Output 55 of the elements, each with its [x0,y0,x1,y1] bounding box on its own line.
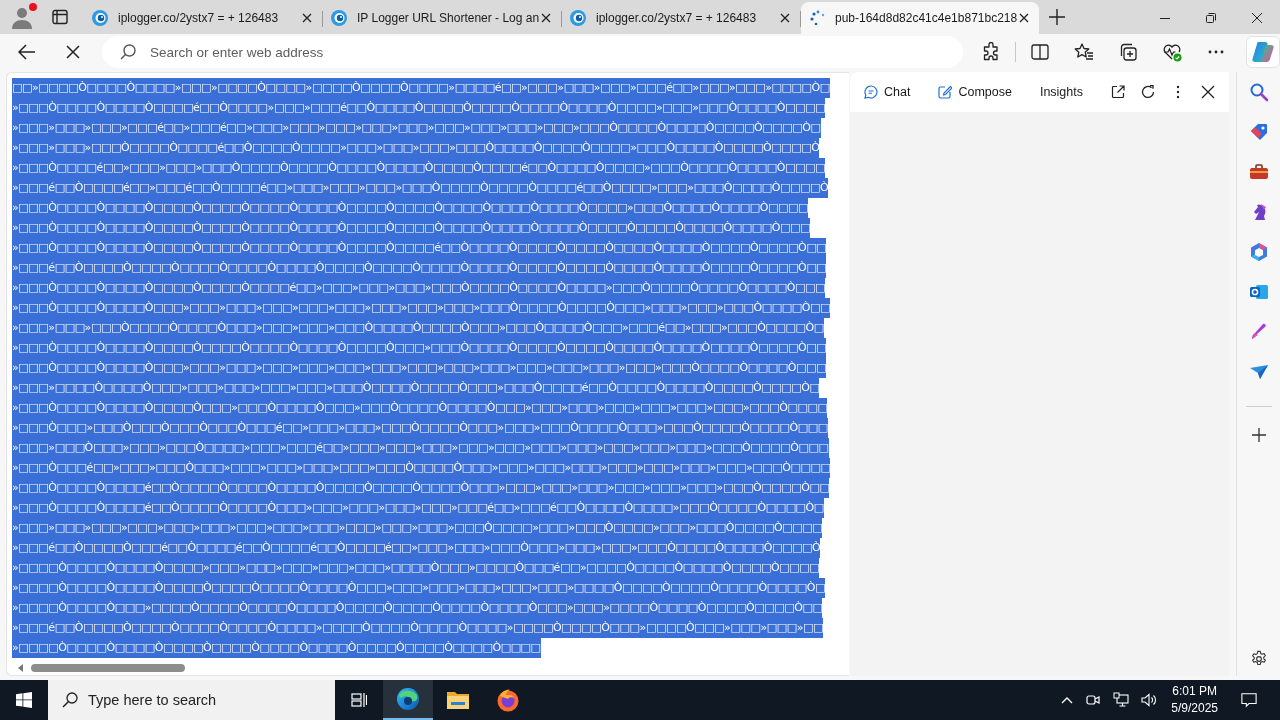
chevron-up-icon[interactable] [1061,696,1074,704]
tab-actions-icon[interactable] [52,9,68,25]
puzzle-piece-icon[interactable] [981,42,1001,62]
copilot-tab[interactable]: Compose [938,85,1012,99]
search-icon [120,44,136,60]
task-view-icon[interactable] [351,692,367,708]
windows-logo-icon[interactable] [16,692,32,708]
network-monitor-icon[interactable] [1113,692,1130,708]
speaker-icon[interactable] [1141,692,1158,708]
plus-icon[interactable] [1250,427,1267,443]
restore-icon[interactable] [1206,13,1216,23]
clock[interactable]: 6:01 PM 5/9/2025 [1171,683,1218,717]
copilot-tab[interactable]: Insights [1039,85,1083,99]
browser-tab[interactable]: IP Logger URL Shortener - Log an [323,2,561,34]
copilot-button[interactable] [1246,36,1280,68]
browser-tab[interactable]: iplogger.co/2ystx7 = + 126483 [84,2,322,34]
browser-tab[interactable]: pub-164d8d82c41c4e1b871bc218 [801,2,1039,34]
collections-icon[interactable] [1118,42,1138,62]
browser-tab[interactable]: iplogger.co/2ystx7 = + 126483 [562,2,800,34]
x-icon[interactable] [66,45,80,59]
close-icon[interactable] [541,13,551,23]
search-icon[interactable] [1248,82,1269,102]
briefcase-icon[interactable] [1248,162,1269,182]
settings-icon[interactable] [1249,650,1268,668]
compose-icon [938,85,953,99]
notification-icon[interactable] [1240,692,1258,708]
search-icon [62,692,78,708]
close-icon[interactable] [302,13,312,23]
minimize-icon[interactable] [1160,17,1170,19]
caret-left-icon[interactable] [18,664,23,672]
camera-icon[interactable] [1085,692,1102,708]
profile-icon[interactable] [10,5,34,29]
close-icon[interactable] [1201,85,1215,99]
copilot-tab[interactable]: Chat [864,85,911,99]
scrollbar-thumb[interactable] [31,664,185,672]
firefox-logo-icon [496,688,520,712]
taskbar-search-field[interactable]: Type here to search [48,680,335,720]
refresh-icon[interactable] [1141,85,1155,99]
address-field[interactable]: Search or enter web address [102,36,963,68]
taskbar-app-button[interactable] [383,680,433,720]
notification-dot-icon [29,3,37,11]
close-icon[interactable] [1019,13,1029,23]
split-screen-icon[interactable] [1030,42,1050,62]
plus-icon[interactable] [1049,9,1065,25]
edge-logo-icon [396,687,420,711]
chat-bubble-icon [864,85,878,99]
back-arrow-icon[interactable] [18,44,36,60]
open-external-icon[interactable] [1111,85,1125,99]
outlook-icon[interactable] [1248,282,1269,302]
heart-pulse-icon[interactable] [1162,42,1182,62]
close-icon[interactable] [780,13,790,23]
favorites-icon[interactable] [1074,42,1094,62]
copilot-logo-icon [1251,40,1275,64]
office-logo-icon[interactable] [1248,242,1269,262]
close-icon[interactable] [1252,13,1262,23]
